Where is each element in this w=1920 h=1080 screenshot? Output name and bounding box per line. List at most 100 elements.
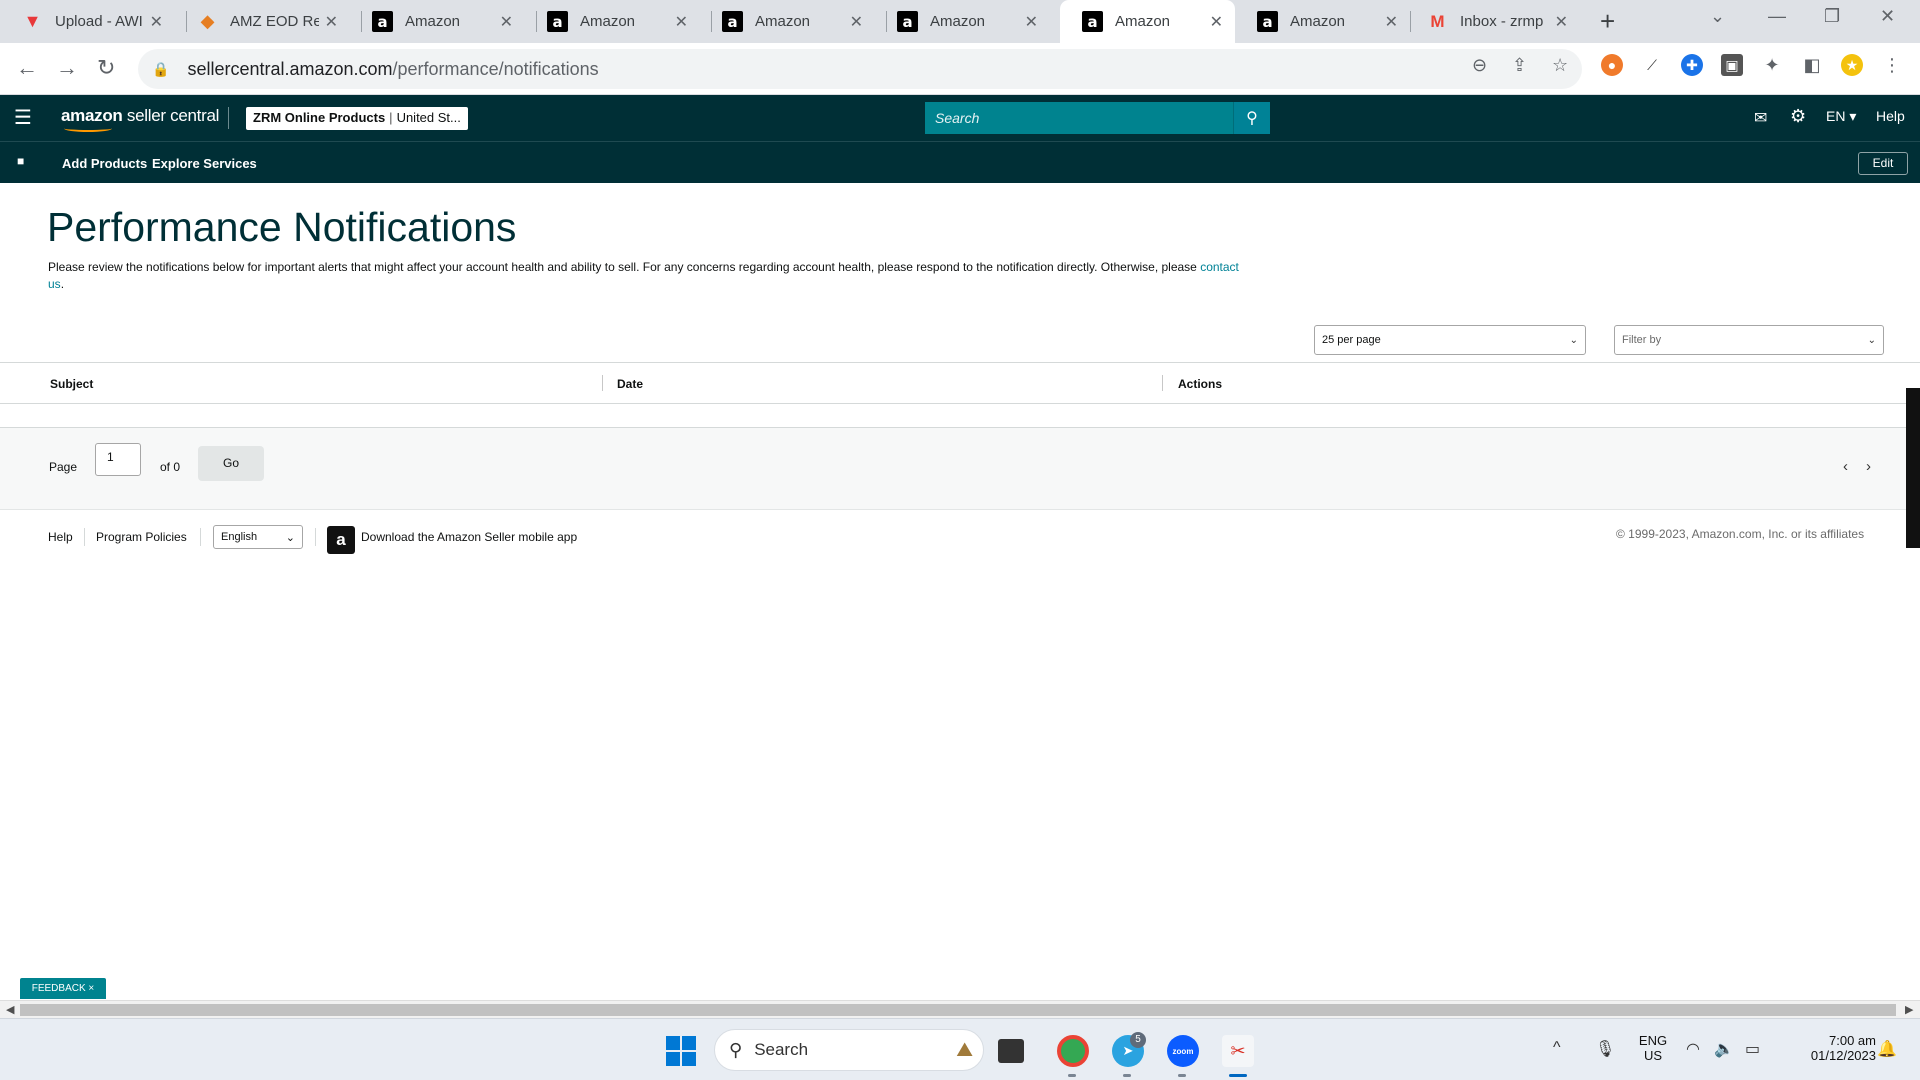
extension-off-icon[interactable]: ▣ [1721,54,1743,76]
tray-overflow-icon[interactable]: ^ [1553,1039,1561,1057]
reload-icon[interactable]: ↻ [97,55,115,81]
browser-tab[interactable]: ◆ AMZ EOD Rep ✕ [175,0,350,43]
bookmark-star-icon[interactable]: ☆ [1552,55,1568,76]
nav-explore-services[interactable]: Explore Services [152,156,257,171]
side-panel-icon[interactable]: ◧ [1801,54,1823,76]
battery-icon[interactable]: ▭ [1745,1039,1760,1059]
volume-icon[interactable]: 🔈 [1714,1039,1734,1059]
download-app-link[interactable]: Download the Amazon Seller mobile app [361,530,577,544]
page-number-input[interactable]: 1 [95,443,141,476]
search-highlight-icon: ⛰ [956,1038,973,1061]
menu-dots-icon[interactable]: ⋮ [1881,54,1903,76]
lock-icon[interactable]: 🔒 [152,61,169,78]
per-page-value: 25 per page [1322,334,1381,346]
browser-tab[interactable]: a Amazon ✕ [875,0,1050,43]
close-icon[interactable]: ✕ [675,12,688,32]
account-name: ZRM Online Products [253,110,386,125]
footer-divider [315,528,316,546]
close-icon[interactable]: ✕ [1385,12,1398,32]
new-tab-plus-icon[interactable]: + [1600,6,1615,37]
language-label: EN [1826,108,1846,124]
browser-tab[interactable]: ▼ Upload - AWI ✕ [0,0,175,43]
browser-tab[interactable]: a Amazon ✕ [1235,0,1410,43]
profile-avatar[interactable]: ★ [1841,54,1863,76]
next-page-icon[interactable]: › [1866,458,1871,475]
close-icon[interactable]: ✕ [1210,12,1223,32]
language-indicator[interactable]: ENG US [1633,1033,1673,1063]
go-button[interactable]: Go [198,446,264,481]
program-policies-link[interactable]: Program Policies [96,530,187,544]
close-icon[interactable]: ✕ [325,12,338,32]
snipping-tool-icon[interactable]: ✂ [1222,1035,1254,1067]
notification-bell-icon[interactable]: 🔔 [1877,1039,1897,1059]
share-icon[interactable]: ⇪ [1512,55,1527,76]
taskbar-search[interactable]: ⚲ Search ⛰ [714,1029,984,1071]
extension-icon[interactable]: ● [1601,54,1623,76]
help-link[interactable]: Help [1876,108,1905,124]
mail-icon[interactable]: ✉ [1754,108,1767,128]
minimize-icon[interactable]: — [1768,6,1786,27]
close-icon[interactable]: ✕ [1025,12,1038,32]
window-close-icon[interactable]: ✕ [1880,6,1895,27]
intro-body: Please review the notifications below fo… [48,260,1201,274]
nav-add-products[interactable]: Add Products [62,156,147,171]
account-switcher[interactable]: ZRM Online Products | United St... [246,107,468,130]
horizontal-scrollbar[interactable]: ◀ ▶ [0,1000,1920,1018]
footer-language-select[interactable]: English ⌄ [213,525,303,549]
logo-word: amazon [61,106,123,125]
close-icon[interactable]: ✕ [1555,12,1568,32]
per-page-select[interactable]: 25 per page ⌄ [1314,325,1586,355]
column-actions[interactable]: Actions [1178,377,1222,391]
tab-title: Inbox - zrmp [1460,13,1544,30]
close-icon[interactable]: ✕ [150,12,163,32]
telegram-badge: 5 [1130,1032,1146,1048]
tab-search-chevron-icon[interactable]: ⌄ [1710,6,1725,27]
browser-tab[interactable]: M Inbox - zrmp ✕ [1405,0,1580,43]
browser-tab[interactable]: a Amazon ✕ [350,0,525,43]
seller-central-logo[interactable]: amazon seller central [61,106,220,132]
restore-icon[interactable]: ❐ [1824,6,1840,27]
filter-select[interactable]: Filter by ⌄ [1614,325,1884,355]
address-bar[interactable]: 🔒 sellercentral.amazon.com/performance/n… [138,49,1582,89]
windows-start-icon[interactable] [666,1036,696,1066]
zoom-icon[interactable]: zoom [1167,1035,1199,1067]
scroll-left-icon[interactable]: ◀ [6,1003,14,1016]
clock[interactable]: 7:00 am 01/12/2023 [1780,1033,1876,1063]
column-date[interactable]: Date [617,377,643,391]
zoom-icon[interactable]: ⊖ [1472,55,1487,76]
amazon-icon: a [897,11,918,32]
scrollbar-thumb[interactable] [20,1004,1896,1016]
browser-tab[interactable]: a Amazon ✕ [525,0,700,43]
search-icon[interactable]: ⚲ [1233,102,1270,134]
browser-tab-active[interactable]: a Amazon ✕ [1060,0,1235,43]
header-search[interactable]: Search ⚲ [925,102,1270,134]
chrome-icon[interactable] [1057,1035,1089,1067]
amazon-app-icon[interactable]: a [327,526,355,554]
close-icon[interactable]: ✕ [500,12,513,32]
prev-page-icon[interactable]: ‹ [1843,458,1848,475]
browser-tab[interactable]: a Amazon ✕ [700,0,875,43]
gear-icon[interactable]: ⚙ [1790,106,1806,127]
search-input[interactable]: Search [925,110,1233,126]
close-icon[interactable]: ✕ [850,12,863,32]
microphone-icon[interactable]: 🎙 [1595,1039,1615,1059]
tab-title: Amazon [755,13,811,30]
footer-help-link[interactable]: Help [48,530,73,544]
feedback-button[interactable]: FEEDBACK × [20,978,106,999]
file-explorer-icon[interactable] [998,1039,1024,1063]
hamburger-menu-icon[interactable]: ☰ [14,105,32,130]
edit-button[interactable]: Edit [1858,152,1908,175]
bookmark-icon[interactable]: ■ [17,154,24,168]
extension-icon[interactable]: ⟋ [1641,54,1663,76]
amazon-icon: a [722,11,743,32]
back-arrow-icon[interactable]: ← [16,55,38,81]
extension-icon[interactable]: ✚ [1681,54,1703,76]
forward-arrow-icon[interactable]: → [56,55,78,81]
pagination-bar: Page 1 of 0 Go ‹ › [0,428,1920,510]
language-selector[interactable]: EN ▾ [1826,108,1856,125]
wifi-icon[interactable]: ◠ [1686,1039,1700,1059]
logo-rest: seller central [122,106,220,125]
puzzle-icon[interactable]: ✦ [1761,54,1783,76]
column-subject[interactable]: Subject [50,377,93,391]
scroll-right-icon[interactable]: ▶ [1905,1003,1913,1016]
